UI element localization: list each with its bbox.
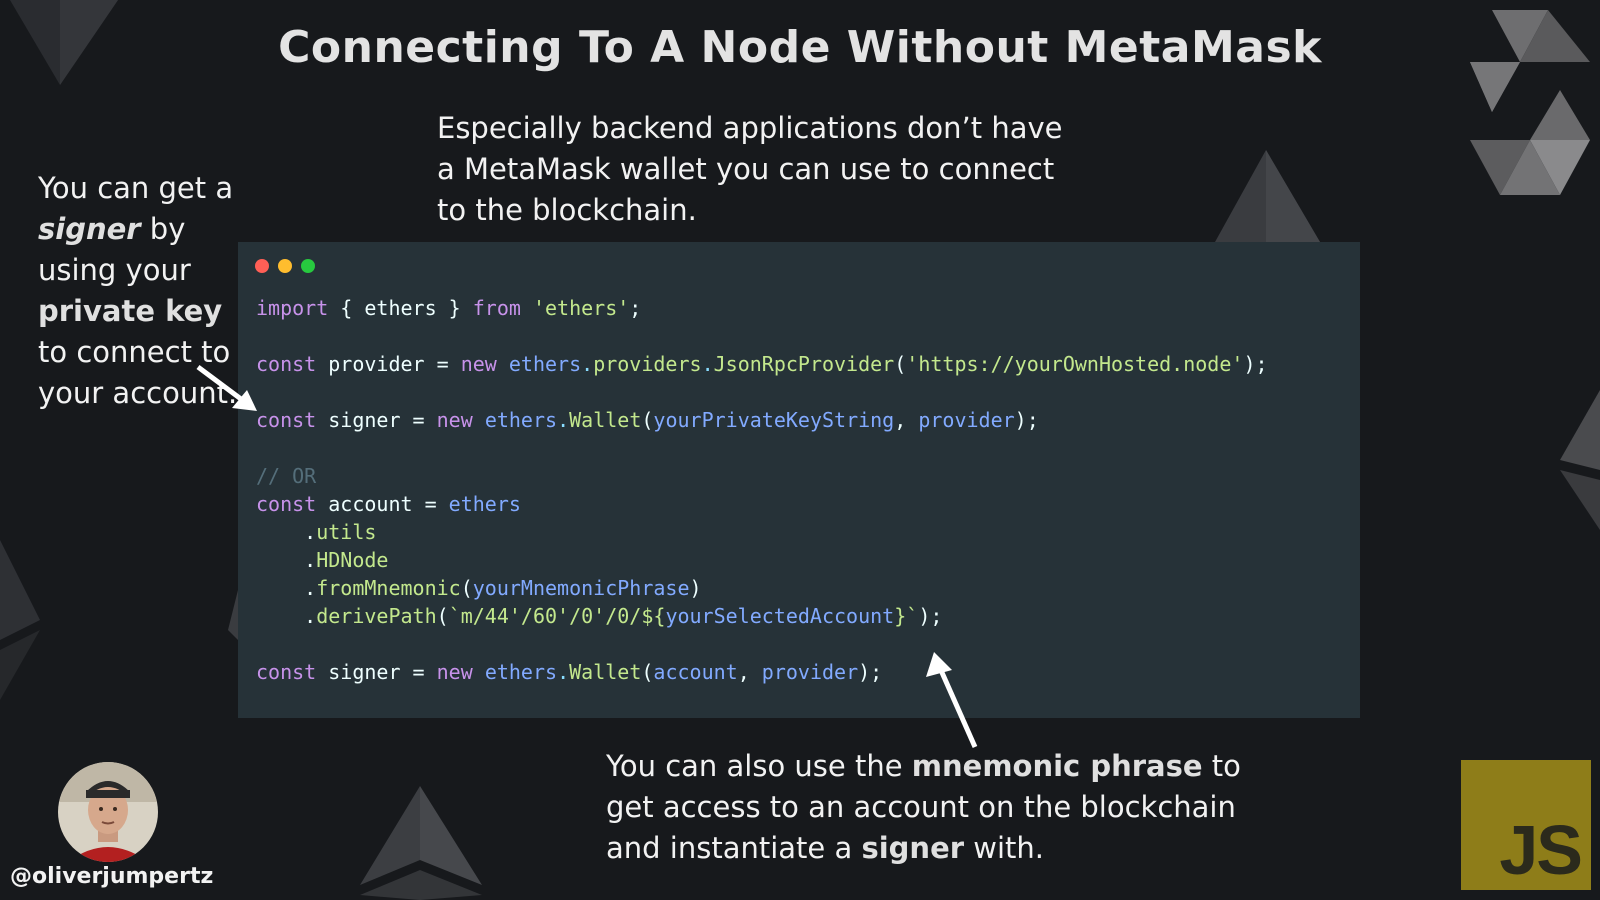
arrow-to-private-key-icon — [196, 364, 257, 411]
author-handle: @oliverjumpertz — [10, 864, 214, 889]
signer-emphasis: signer — [861, 831, 965, 865]
avatar-portrait-icon — [58, 762, 158, 862]
note-text: with. — [964, 831, 1045, 865]
mnemonic-note: You can also use the mnemonic phrase to … — [606, 746, 1296, 869]
note-text: You can also use the — [606, 749, 912, 783]
js-logo-label: JS — [1499, 811, 1583, 889]
js-logo-icon: JS — [1461, 760, 1591, 890]
author-avatar — [58, 762, 158, 862]
mnemonic-emphasis: mnemonic phrase — [911, 749, 1203, 783]
arrow-to-mnemonic-icon — [926, 652, 978, 749]
